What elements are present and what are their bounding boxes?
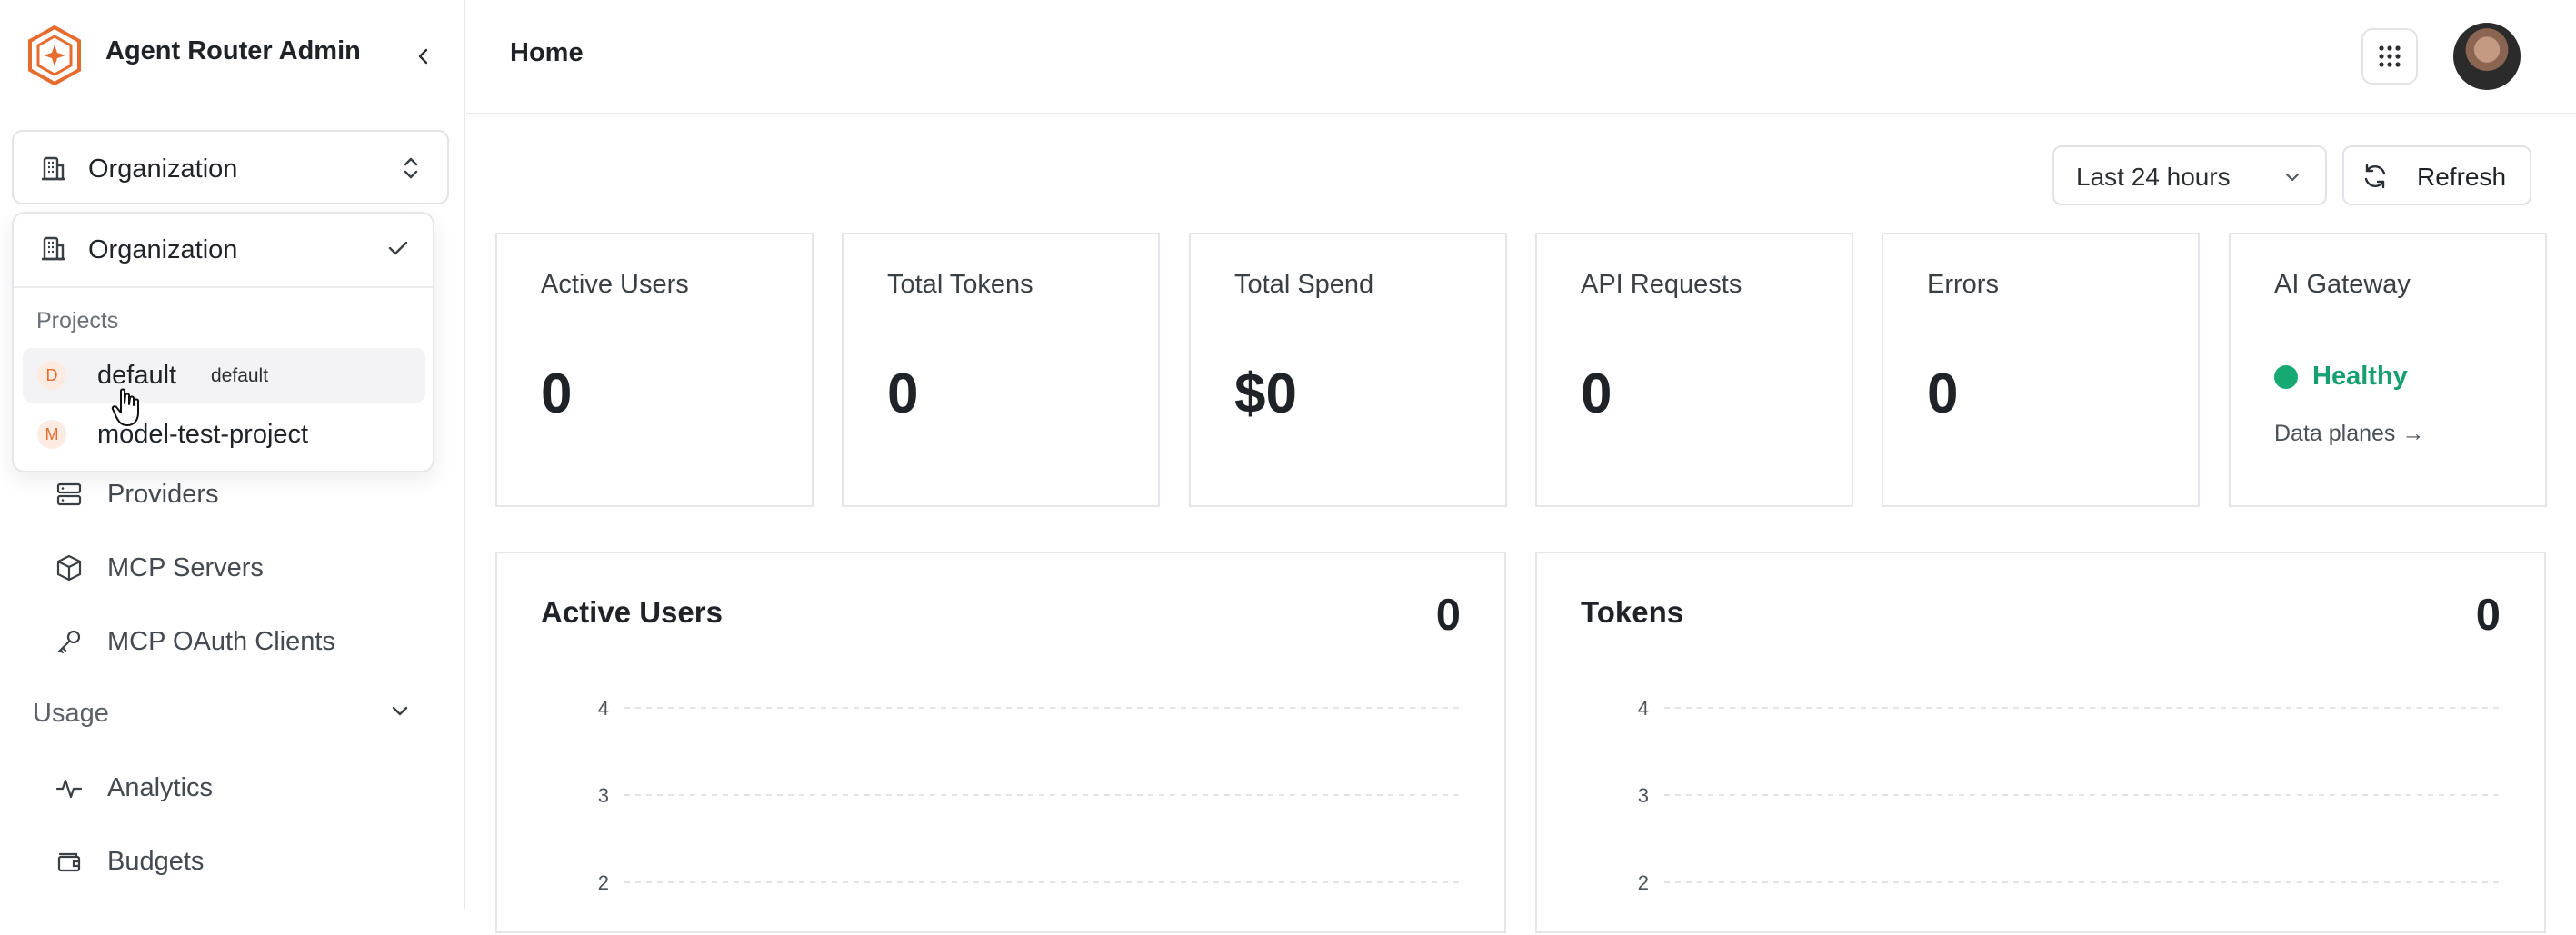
scope-menu-organization-label: Organization [88, 235, 238, 264]
time-range-select[interactable]: Last 24 hours [2052, 145, 2327, 205]
chevrons-up-down-icon [396, 154, 425, 187]
sidebar-item-mcp-oauth-clients[interactable]: MCP OAuth Clients [53, 619, 335, 664]
apps-menu-button[interactable] [2361, 28, 2418, 85]
check-icon [384, 234, 413, 267]
sidebar: Agent Router Admin Organization Provider… [0, 0, 465, 909]
scope-selector[interactable]: Organization [12, 130, 449, 204]
divider [14, 286, 433, 288]
y-tick-label: 4 [1638, 697, 1649, 720]
chevron-left-icon [418, 48, 428, 65]
chevron-down-icon [2280, 164, 2305, 194]
sidebar-item-label: Budgets [107, 846, 205, 876]
sidebar-item-analytics[interactable]: Analytics [53, 765, 213, 811]
chart-plot: 4 3 2 [598, 697, 1459, 894]
gateway-status: Healthy [2274, 362, 2408, 392]
y-tick-label: 3 [1638, 784, 1649, 807]
y-tick-label: 2 [598, 871, 609, 894]
project-initial-badge: M [37, 420, 66, 449]
kpi-title: API Requests [1581, 270, 1742, 299]
sidebar-item-budgets[interactable]: Budgets [53, 839, 204, 884]
project-item-model-test-project[interactable]: M model-test-project [23, 407, 425, 462]
y-tick-label: 2 [1638, 871, 1649, 894]
chart-panel-tokens: Tokens 0 432 [1535, 552, 2546, 933]
kpi-value: 0 [1581, 363, 1612, 425]
chart-plot: 4 3 2 [1638, 697, 2499, 894]
building-icon [39, 154, 68, 187]
scope-selector-value: Organization [88, 154, 238, 184]
chevron-down-icon [385, 697, 414, 731]
refresh-icon [2361, 162, 2390, 195]
wallet-icon [53, 845, 85, 878]
kpi-card-api-requests: API Requests 0 [1535, 233, 1853, 507]
kpi-value: 0 [887, 363, 919, 425]
kpi-value: 0 [1927, 363, 1959, 425]
building-icon [39, 234, 68, 267]
project-name: default [97, 361, 177, 390]
kpi-title: Active Users [541, 270, 689, 299]
key-icon [53, 625, 85, 658]
data-planes-link[interactable]: Data planes → [2274, 421, 2424, 447]
kpi-card-total-spend: Total Spend $0 [1189, 233, 1507, 507]
avatar[interactable] [2453, 23, 2521, 90]
app-title: Agent Router Admin [105, 36, 361, 65]
chart-panel-active-users: Active Users 0 432 [495, 552, 1506, 933]
project-item-default[interactable]: D default default [23, 348, 425, 403]
refresh-label: Refresh [2417, 163, 2507, 191]
sidebar-group-label: Usage [33, 698, 109, 728]
kpi-value: 0 [541, 363, 573, 425]
grid-icon [2379, 45, 2401, 67]
server-icon [53, 478, 85, 511]
gateway-status-text: Healthy [2312, 362, 2408, 391]
scope-menu-organization[interactable]: Organization [14, 214, 433, 286]
sidebar-item-label: Providers [107, 479, 219, 509]
page-title: Home [510, 38, 584, 67]
scope-menu: Organization Projects D default default … [12, 212, 434, 472]
sidebar-item-providers[interactable]: Providers [53, 472, 219, 517]
default-tag: default [211, 365, 269, 386]
box-icon [53, 552, 85, 584]
time-range-value: Last 24 hours [2076, 163, 2231, 191]
sidebar-item-label: Analytics [107, 772, 214, 802]
hand-pointer-icon [111, 388, 144, 433]
status-dot-icon [2274, 364, 2298, 389]
kpi-card-active-users: Active Users 0 [495, 233, 814, 507]
kpi-title: Total Tokens [887, 270, 1033, 299]
refresh-button[interactable]: Refresh [2342, 145, 2531, 205]
kpi-value: $0 [1234, 363, 1297, 425]
y-tick-label: 3 [598, 784, 609, 807]
project-initial-badge: D [37, 361, 66, 390]
kpi-card-ai-gateway: AI Gateway Healthy Data planes → [2229, 233, 2547, 507]
kpi-card-errors: Errors 0 [1882, 233, 2200, 507]
collapse-sidebar-button[interactable] [407, 40, 440, 73]
top-bar: Home [466, 0, 2576, 114]
kpi-title: Errors [1927, 270, 1999, 299]
sidebar-item-mcp-servers[interactable]: MCP Servers [53, 545, 264, 591]
kpi-title: Total Spend [1234, 270, 1374, 299]
sidebar-item-label: MCP OAuth Clients [107, 626, 335, 656]
sidebar-group-usage[interactable]: Usage [33, 691, 414, 736]
activity-icon [53, 771, 85, 804]
projects-heading: Projects [36, 308, 119, 333]
y-tick-label: 4 [598, 697, 609, 720]
kpi-card-total-tokens: Total Tokens 0 [842, 233, 1160, 507]
logo-icon [27, 25, 82, 86]
kpi-title: AI Gateway [2274, 270, 2411, 299]
sidebar-item-label: MCP Servers [107, 552, 264, 582]
